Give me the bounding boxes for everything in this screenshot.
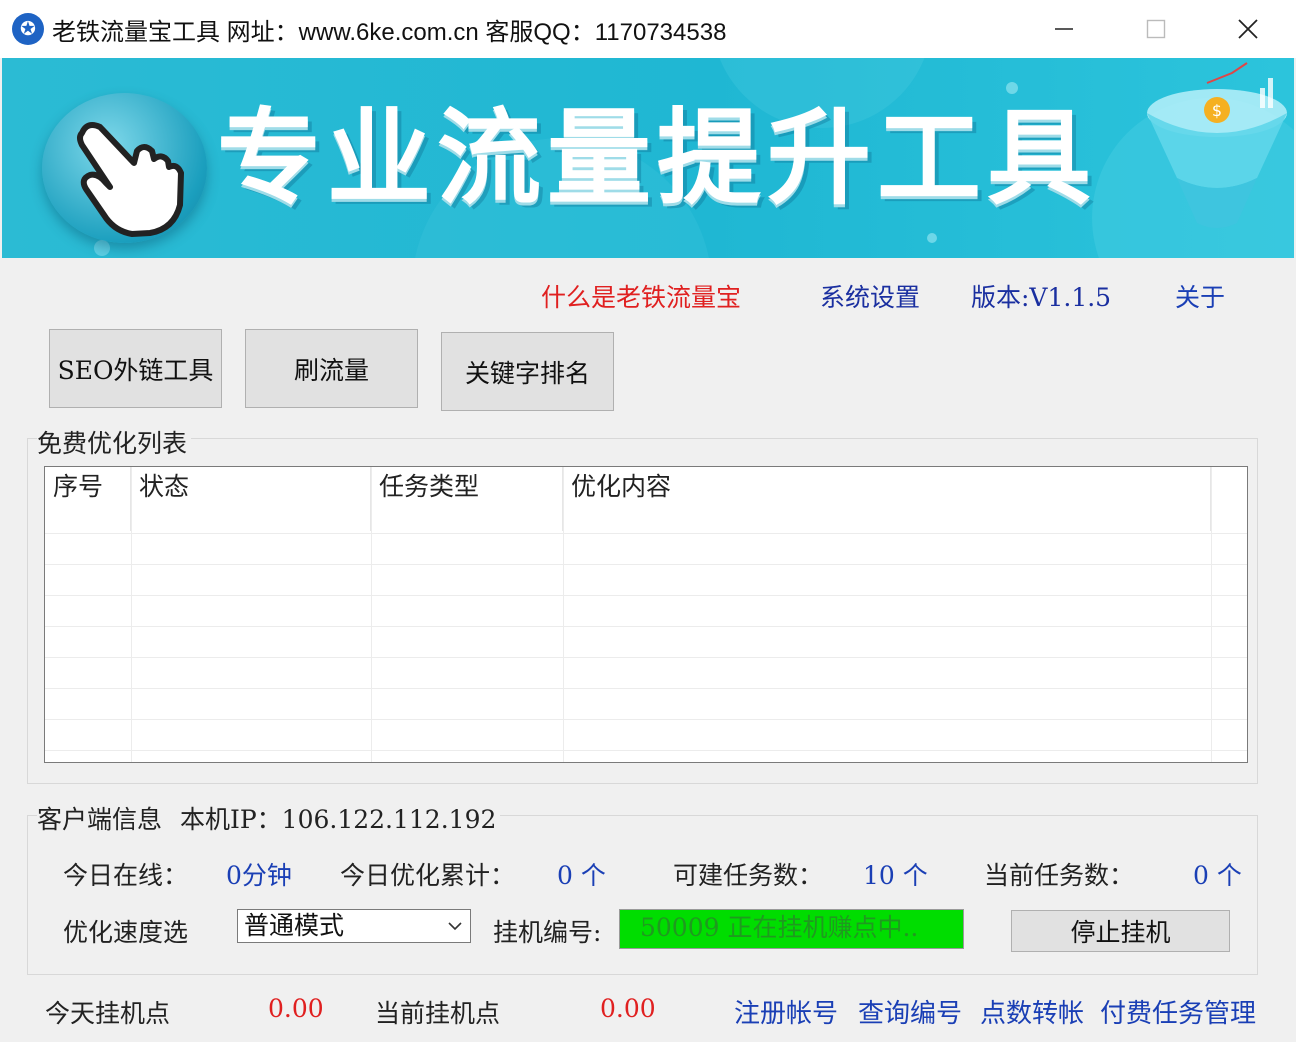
maximize-button[interactable]: [1110, 0, 1202, 58]
seo-tool-button[interactable]: SEO外链工具: [49, 329, 222, 408]
current-points-label: 当前挂机点: [375, 999, 501, 1028]
keyword-ranking-button[interactable]: 关键字排名: [441, 332, 614, 411]
hang-status-field: 50009 正在挂机赚点中..: [619, 909, 964, 949]
funnel-chart-icon: $: [1147, 62, 1287, 228]
optimize-list-table[interactable]: 序号 状态 任务类型 优化内容: [44, 466, 1248, 763]
close-button[interactable]: [1202, 0, 1294, 58]
client-info-label: 客户端信息 本机IP：106.122.112.192: [37, 800, 501, 836]
optimized-label: 今日优化累计：: [340, 861, 516, 890]
speed-mode-value: 普通模式: [244, 911, 345, 940]
local-ip-label: 本机IP：: [179, 805, 282, 834]
hand-pointer-icon: [42, 93, 207, 243]
hang-id-label: 挂机编号:: [493, 918, 602, 947]
client-info-title: 客户端信息: [37, 805, 163, 834]
today-points-value: 0.00: [268, 994, 324, 1023]
column-header-index[interactable]: 序号: [45, 467, 131, 531]
online-label: 今日在线：: [63, 861, 189, 890]
paid-task-management-link[interactable]: 付费任务管理: [1100, 993, 1256, 1030]
optimized-value: 0 个: [557, 861, 606, 890]
close-icon: [1238, 19, 1258, 39]
system-settings-link[interactable]: 系统设置: [820, 278, 920, 314]
speed-label: 优化速度选: [63, 918, 189, 947]
current-points-value: 0.00: [600, 994, 656, 1023]
column-header-status[interactable]: 状态: [131, 467, 371, 531]
minimize-icon: [1055, 28, 1073, 30]
creatable-value: 10 个: [863, 861, 928, 890]
stop-hang-button[interactable]: 停止挂机: [1011, 910, 1230, 952]
today-points-label: 今天挂机点: [45, 999, 171, 1028]
title-bar: ✪ 老铁流量宝工具 网址：www.6ke.com.cn 客服QQ：1170734…: [0, 0, 1296, 58]
points-transfer-link[interactable]: 点数转帐: [980, 993, 1084, 1030]
banner-title: 专业流量提升工具: [217, 97, 1098, 219]
column-header-task-type[interactable]: 任务类型: [371, 467, 563, 531]
minimize-button[interactable]: [1018, 0, 1110, 58]
app-logo-icon: ✪: [12, 13, 44, 45]
what-is-link[interactable]: 什么是老铁流量宝: [541, 278, 741, 314]
version-link[interactable]: 版本:V1.1.5: [971, 278, 1111, 314]
column-header-content[interactable]: 优化内容: [563, 467, 1211, 531]
register-account-link[interactable]: 注册帐号: [734, 993, 838, 1030]
current-tasks-value: 0 个: [1193, 861, 1242, 890]
creatable-label: 可建任务数：: [673, 861, 824, 890]
about-link[interactable]: 关于: [1175, 278, 1225, 314]
query-id-link[interactable]: 查询编号: [858, 993, 962, 1030]
maximize-icon: [1146, 19, 1166, 39]
traffic-button[interactable]: 刷流量: [245, 329, 418, 408]
optimize-list-label: 免费优化列表: [37, 424, 192, 460]
online-value: 0分钟: [226, 861, 292, 890]
current-tasks-label: 当前任务数：: [984, 861, 1135, 890]
chevron-down-icon: [448, 922, 462, 931]
speed-mode-select[interactable]: 普通模式: [237, 909, 471, 943]
local-ip-value: 106.122.112.192: [281, 805, 497, 834]
banner: 专业流量提升工具 $: [2, 58, 1294, 258]
svg-text:$: $: [1212, 101, 1222, 120]
window-title: 老铁流量宝工具 网址：www.6ke.com.cn 客服QQ：117073453…: [52, 19, 727, 46]
